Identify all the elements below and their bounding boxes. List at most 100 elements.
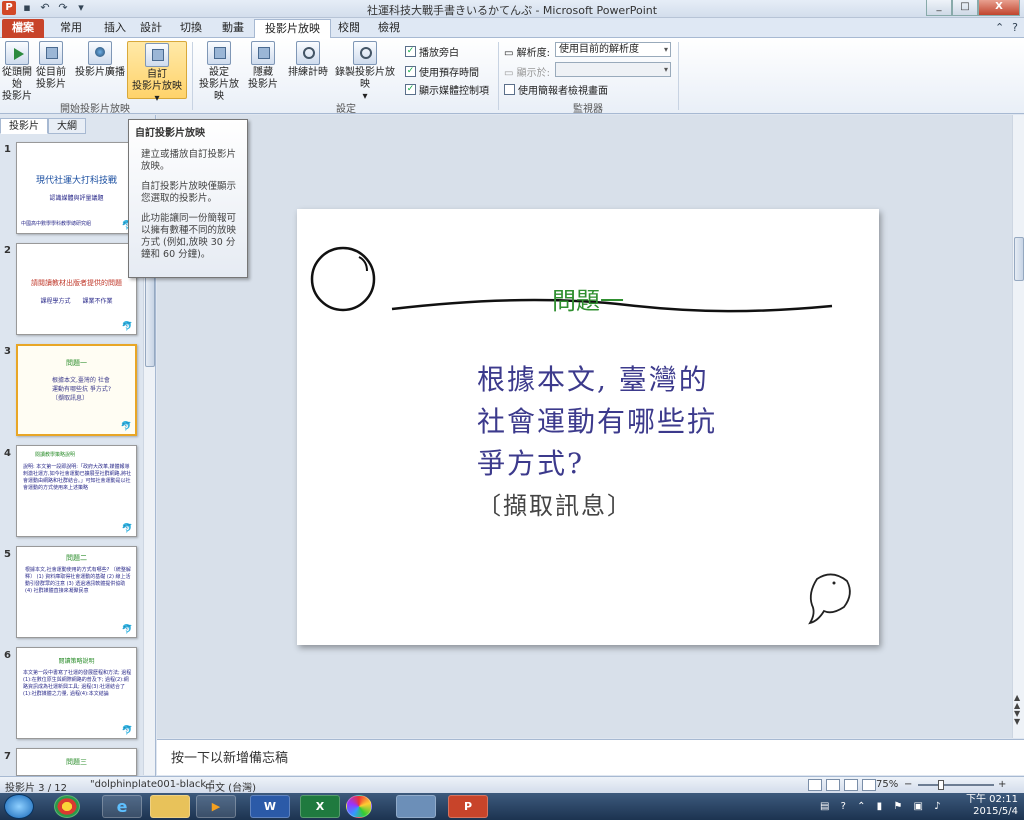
rehearse-timings-button[interactable]: 排練計時	[286, 41, 330, 79]
group-start-slideshow: 開始投影片放映	[60, 104, 130, 115]
record-slideshow-button[interactable]: 錄製投影片放映 ▾	[331, 41, 399, 103]
status-bar: 投影片 3 / 12 "dolphinplate001-black-" 中文 (…	[0, 776, 1024, 794]
presenter-view-checkbox[interactable]: 使用簡報者檢視畫面	[504, 82, 608, 97]
slide-thumbnail-5[interactable]: 問題二 根據本文,社會運動使用的方式有哪些? 〔統整解釋〕 (1) 資料庫取得社…	[16, 546, 137, 638]
slide-number: 4	[4, 448, 11, 459]
chrome-icon[interactable]	[54, 795, 80, 818]
tooltip-text: 此功能讓同一份簡報可以擁有數種不同的放映方式 (例如,放映 30 分鐘和 60 …	[141, 213, 237, 260]
slide-editor: 問題一 根據本文, 臺灣的 社會運動有哪些抗 爭方式? 〔擷取訊息〕	[157, 115, 1012, 738]
broadcast-slideshow-button[interactable]: 投影片廣播	[74, 41, 126, 79]
custom-slideshow-button[interactable]: 自訂 投影片放映 ▾	[127, 41, 187, 104]
slide-thumbnail-6[interactable]: 閱讀策略說明 本文第一段中書寫了社運的發展歷程和方法; 過程(1):在數位原生與…	[16, 647, 137, 739]
slide-number: 6	[4, 650, 11, 661]
notes-pane[interactable]: 按一下以新增備忘稿	[157, 739, 1024, 775]
resolution-dropdown[interactable]: 使用目前的解析度 ▾	[555, 42, 671, 57]
tab-slideshow[interactable]: 投影片放映	[254, 19, 331, 39]
resolution-label: ▭ 解析度:	[504, 48, 551, 59]
panel-tabs: 投影片 大綱	[0, 118, 86, 134]
ribbon-separator	[498, 42, 499, 110]
slide-thumbnail-1[interactable]: 現代社運大打科技戰 認識媒體與評量議題 中國高中數學學科教學總研究組 🐬	[16, 142, 137, 234]
explorer-icon[interactable]	[150, 795, 190, 818]
current-slide[interactable]: 問題一 根據本文, 臺灣的 社會運動有哪些抗 爭方式? 〔擷取訊息〕	[297, 209, 879, 645]
rehearse-icon	[296, 41, 320, 65]
close-button[interactable]: X	[978, 0, 1020, 16]
window-controls: _ □ X	[926, 0, 1020, 16]
slide-body[interactable]: 根據本文, 臺灣的 社會運動有哪些抗 爭方式? 〔擷取訊息〕	[477, 359, 717, 527]
normal-view-icon[interactable]	[808, 779, 822, 791]
zoom-slider-handle[interactable]	[938, 780, 944, 790]
zoom-slider[interactable]	[918, 784, 994, 786]
slideshow-view-icon[interactable]	[862, 779, 876, 791]
slide-thumbnail-3[interactable]: 問題一 根據本文,臺灣的 社會運動有哪些抗 爭方式? 〔擷取訊息〕 🐬	[16, 344, 137, 436]
show-on-dropdown[interactable]: ▾	[555, 62, 671, 77]
zoom-in-button[interactable]: +	[998, 779, 1006, 790]
play-narrations-checkbox[interactable]: ✓ 播放旁白	[405, 44, 459, 59]
tab-animations[interactable]: 動畫	[212, 19, 254, 38]
slide-number: 3	[4, 346, 11, 357]
clock[interactable]: 下午 02:11 2015/5/4	[966, 794, 1018, 818]
windows-taskbar: e ▶ W X P ▤ ? ⌃ ▮ ⚑ ▣ ♪ 下午 02:11 2015/5/…	[0, 793, 1024, 820]
from-current-slide-button[interactable]: 從目前 投影片	[34, 41, 68, 91]
slide-number: 2	[4, 245, 11, 256]
tooltip-title: 自訂投影片放映	[135, 128, 205, 139]
ribbon-separator	[678, 42, 679, 110]
tab-file[interactable]: 檔案	[2, 19, 44, 38]
tab-review[interactable]: 校閱	[328, 19, 370, 38]
dolphin-icon: 🐬	[120, 422, 132, 432]
start-button[interactable]	[4, 794, 34, 819]
tab-transitions[interactable]: 切換	[170, 19, 212, 38]
scrollbar-thumb[interactable]	[1014, 237, 1024, 281]
slide-title[interactable]: 問題一	[297, 281, 879, 316]
word-icon[interactable]: W	[250, 795, 290, 818]
media-player-icon[interactable]: ▶	[196, 795, 236, 818]
use-timings-checkbox[interactable]: ✓ 使用預存時間	[405, 64, 479, 79]
setup-slideshow-button[interactable]: 設定 投影片放映	[196, 41, 242, 103]
slide-sorter-icon[interactable]	[826, 779, 840, 791]
reading-view-icon[interactable]	[844, 779, 858, 791]
tab-outline[interactable]: 大綱	[48, 118, 86, 134]
dolphin-icon: 🐬	[121, 524, 133, 534]
from-beginning-button[interactable]: 從頭開始 投影片	[2, 41, 32, 103]
show-media-controls-checkbox[interactable]: ✓ 顯示媒體控制項	[405, 82, 489, 97]
dolphin-icon	[808, 573, 851, 625]
tooltip-text: 自訂投影片放映僅顯示您選取的投影片。	[141, 181, 237, 204]
help-icon[interactable]: ?	[1012, 21, 1018, 34]
group-setup: 設定	[336, 104, 356, 115]
ribbon-collapse-icon[interactable]: ⌃	[995, 21, 1004, 34]
slide-thumbnail-4[interactable]: 閱讀教學策略說明 說明: 本文第一段即說明:「政府大改革,媒體報導刺激社運方,如…	[16, 445, 137, 537]
hide-slide-icon	[251, 41, 275, 65]
custom-slideshow-icon	[145, 43, 169, 67]
monitor-icon: ▭	[504, 68, 517, 79]
tab-home[interactable]: 常用	[50, 19, 92, 38]
checkmark-icon: ✓	[405, 84, 416, 95]
zoom-level[interactable]: 75%	[876, 779, 898, 790]
slide-thumbnail-7[interactable]: 問題三	[16, 748, 137, 776]
hide-slide-button[interactable]: 隱藏 投影片	[246, 41, 280, 91]
ie-icon[interactable]: e	[102, 795, 142, 818]
excel-icon[interactable]: X	[300, 795, 340, 818]
notes-app-icon[interactable]	[396, 795, 436, 818]
tooltip-text: 建立或播放自訂投影片放映。	[141, 149, 237, 172]
checkmark-icon: ✓	[405, 66, 416, 77]
slide-thumbnail-2[interactable]: 請閱讀教材出版者提供的問題 課程學方式 課業不作業 🐬	[16, 243, 137, 335]
theme-name[interactable]: "dolphinplate001-black-"	[90, 779, 214, 790]
editor-scrollbar[interactable]: ▲ ▲ ▼ ▼	[1012, 115, 1024, 738]
dolphin-icon: 🐬	[121, 726, 133, 736]
powerpoint-taskbar-icon[interactable]: P	[448, 795, 488, 818]
ribbon: 從頭開始 投影片 從目前 投影片 投影片廣播 自訂 投影片放映 ▾ 開始投影片放…	[0, 38, 1024, 115]
tab-slides[interactable]: 投影片	[0, 118, 48, 134]
chevron-down-icon: ▾	[663, 45, 668, 54]
maximize-button[interactable]: □	[952, 0, 978, 16]
prev-next-slide-icons[interactable]: ▲ ▲ ▼ ▼	[1014, 694, 1020, 726]
monitor-icon: ▭	[504, 48, 517, 59]
picasa-icon[interactable]	[346, 795, 372, 818]
minimize-button[interactable]: _	[926, 0, 952, 16]
group-monitors: 監視器	[573, 104, 603, 115]
tab-view[interactable]: 檢視	[368, 19, 410, 38]
record-icon	[353, 41, 377, 65]
dolphin-icon: 🐬	[121, 322, 133, 332]
tab-design[interactable]: 設計	[130, 19, 172, 38]
language-indicator[interactable]: 中文 (台灣)	[205, 779, 256, 794]
system-tray-icons[interactable]: ▤ ? ⌃ ▮ ⚑ ▣ ♪	[820, 801, 945, 812]
zoom-out-button[interactable]: −	[904, 779, 912, 790]
